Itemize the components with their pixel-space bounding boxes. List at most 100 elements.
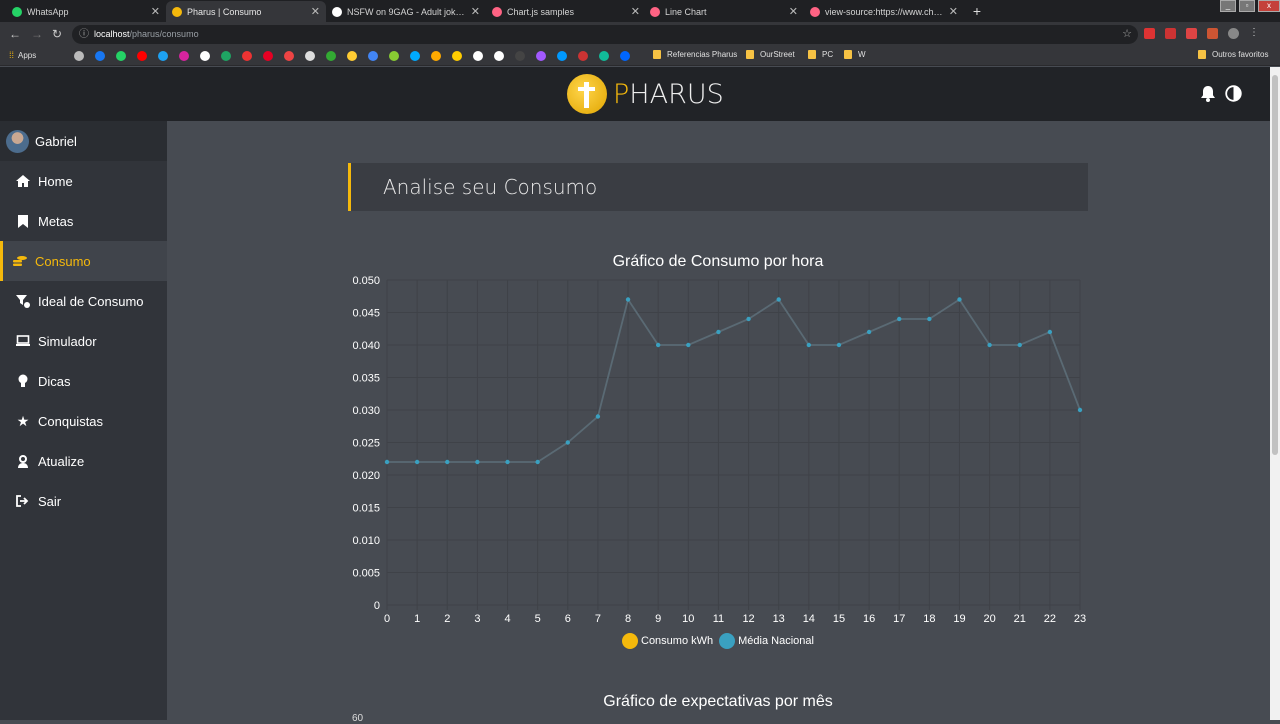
sidebar-item-label: Consumo [35,253,91,269]
maximize-button[interactable]: ▫ [1239,0,1255,12]
bookmark-icon[interactable] [620,51,630,61]
sidebar-item-metas[interactable]: Metas [0,201,167,241]
apps-bookmark[interactable]: ⁞⁞ Apps [9,50,36,60]
google-icon[interactable] [200,51,210,61]
bookmark-icon[interactable] [578,51,588,61]
browser-tab[interactable]: Chart.js samples ✕ [486,1,646,22]
sidebar-item-dicas[interactable]: Dicas [0,361,167,401]
data-point [655,342,661,348]
bookmark-folder[interactable]: W [844,50,866,59]
close-window-button[interactable]: x [1258,0,1280,12]
close-tab-icon[interactable]: ✕ [311,5,320,18]
back-icon[interactable]: ← [9,27,21,41]
data-point [445,459,450,465]
9gag-icon [332,6,342,17]
bookmark-icon[interactable] [74,51,84,61]
bookmark-icon[interactable] [515,51,525,61]
new-tab-button[interactable]: + [968,2,986,20]
browser-tab-active[interactable]: Pharus | Consumo ✕ [166,1,326,22]
address-bar[interactable]: ⓘ localhost/pharus/consumo ☆ [72,25,1138,44]
figma-icon[interactable] [536,51,546,61]
data-point [384,459,390,465]
y-tick-label: 0.025 [352,438,380,450]
bookmark-icon[interactable] [452,51,462,61]
close-tab-icon[interactable]: ✕ [471,5,480,18]
close-tab-icon[interactable]: ✕ [151,5,160,18]
reload-icon[interactable]: ↻ [52,27,62,41]
x-tick-label: 22 [1044,613,1056,625]
bookmark-icon[interactable] [305,51,315,61]
profile-avatar-icon[interactable] [1228,28,1239,39]
browser-tab[interactable]: WhatsApp ✕ [6,1,166,22]
bookmark-icon[interactable] [389,51,399,61]
url-host: localhost [94,29,130,39]
github-icon[interactable] [473,51,483,61]
bookmark-icon[interactable] [557,51,567,61]
sidebar-item-label: Dicas [38,373,71,389]
browser-menu-icon[interactable]: ⋮ [1249,28,1260,39]
extension-icon[interactable] [1144,28,1155,39]
bookmark-star-icon[interactable]: ☆ [1122,25,1132,44]
brand-first-letter: P [613,78,630,110]
browser-tab[interactable]: Line Chart ✕ [644,1,804,22]
close-tab-icon[interactable]: ✕ [949,5,958,18]
minimize-button[interactable]: _ [1220,0,1236,12]
data-point [716,329,721,335]
bookmark-icon[interactable] [599,51,609,61]
extension-icon[interactable] [1186,28,1197,39]
browser-tab[interactable]: view-source:https://www.chartjs. ✕ [804,1,964,22]
sidebar-item-atualize[interactable]: Atualize [0,441,167,481]
sidebar-item-consumo[interactable]: Consumo [0,241,167,281]
legend-item-consumo[interactable]: Consumo kWh [622,633,713,649]
sidebar-item-conquistas[interactable]: ★ Conquistas [0,401,167,441]
facebook-icon[interactable] [95,51,105,61]
sidebar-item-sair[interactable]: Sair [0,481,167,521]
data-point [1077,407,1083,413]
office-extension-icon[interactable] [1207,28,1218,39]
bookmark-folder[interactable]: OurStreet [746,50,795,59]
bookmark-folder[interactable]: Referencias Pharus [653,50,737,59]
second-chart-title: Gráfico de expectativas por mês [603,693,833,710]
contrast-toggle-icon[interactable] [1225,85,1242,102]
drive-icon[interactable] [221,51,231,61]
scrollbar-thumb[interactable] [1272,75,1278,455]
instagram-icon[interactable] [179,51,189,61]
y-tick-label: 0.020 [352,470,380,482]
sidebar-item-ideal-de-consumo[interactable]: Ideal de Consumo [0,281,167,321]
x-tick-label: 1 [414,613,420,625]
page-scrollbar[interactable] [1270,67,1280,720]
bookmark-icon[interactable] [410,51,420,61]
data-point [957,297,962,302]
other-bookmarks[interactable]: Outros favoritos [1198,50,1268,59]
pharus-logo[interactable]: PHARUS [567,74,724,114]
close-tab-icon[interactable]: ✕ [789,5,798,18]
pdf-extension-icon[interactable] [1165,28,1176,39]
browser-tab[interactable]: NSFW on 9GAG - Adult jokes, Se ✕ [326,1,486,22]
whatsapp-icon[interactable] [116,51,126,61]
x-tick-label: 0 [384,613,390,625]
sidebar-item-simulador[interactable]: Simulador [0,321,167,361]
bookmark-icon[interactable] [284,51,294,61]
pinterest-icon[interactable] [263,51,273,61]
bookmarks-bar: ⁞⁞ Apps Referencias Pharus OurStreet PC W… [0,46,1280,66]
bookmark-icon[interactable] [431,51,441,61]
bookmark-folder[interactable]: PC [808,50,833,59]
bookmark-icon[interactable] [326,51,336,61]
bookmark-icon[interactable] [242,51,252,61]
legend-label: Média Nacional [738,635,814,647]
x-tick-label: 2 [444,613,450,625]
legend-item-media[interactable]: Média Nacional [719,633,814,649]
user-profile[interactable]: Gabriel [0,121,167,161]
bookmark-icon[interactable] [494,51,504,61]
info-icon[interactable]: ⓘ [79,25,89,44]
close-tab-icon[interactable]: ✕ [631,5,640,18]
twitter-icon[interactable] [158,51,168,61]
bookmark-icon[interactable] [347,51,357,61]
consumption-line-chart: 0 0.005 0.010 0.015 0.020 0.025 0.030 0.035 0.04… [352,275,1086,625]
bell-icon[interactable] [1200,85,1215,102]
youtube-icon[interactable] [137,51,147,61]
forward-icon[interactable]: → [31,27,43,41]
sidebar-item-home[interactable]: Home [0,161,167,201]
data-point [776,297,781,302]
bookmark-icon[interactable] [368,51,378,61]
